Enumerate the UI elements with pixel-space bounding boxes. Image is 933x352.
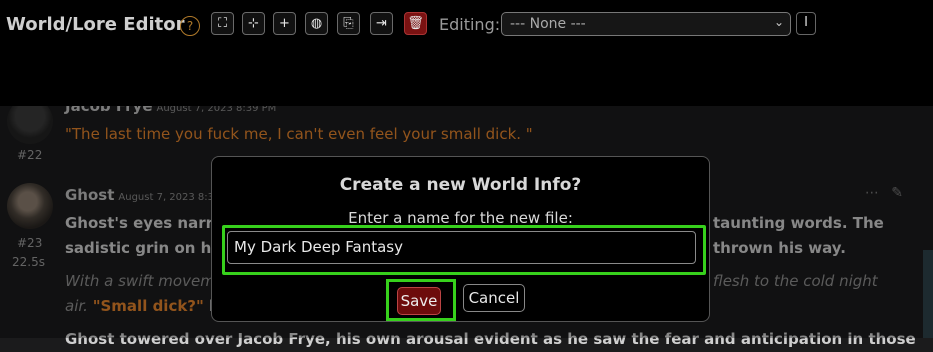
save-highlight: Save	[386, 279, 456, 321]
delete-icon[interactable]: 🗑	[404, 12, 427, 35]
save-button[interactable]: Save	[397, 287, 441, 315]
collapse-icon[interactable]: ⊹	[242, 12, 265, 35]
chevron-down-icon: ⌄	[773, 15, 784, 29]
expand-icon[interactable]: ⛶	[211, 12, 234, 35]
world-name-input[interactable]: My Dark Deep Fantasy	[227, 231, 696, 264]
editing-label: Editing:	[439, 15, 501, 34]
help-icon[interactable]: ?	[180, 16, 200, 36]
panel-title: World/Lore Editor	[6, 14, 185, 35]
dialog-title: Create a new World Info?	[339, 175, 582, 195]
world-select[interactable]: --- None --- ⌄	[501, 12, 791, 36]
world-info-toolbar: World/Lore Editor ? ⛶ ⊹ + ◍ ⎘ ⇥ 🗑 Editin…	[0, 0, 933, 106]
create-world-info-dialog: Create a new World Info? Enter a name fo…	[211, 156, 710, 322]
scrollbar[interactable]	[923, 250, 933, 338]
world-select-value: --- None ---	[510, 16, 586, 32]
input-highlight: My Dark Deep Fantasy	[222, 225, 706, 275]
cancel-button[interactable]: Cancel	[463, 284, 525, 312]
export-icon[interactable]: ⇥	[370, 12, 393, 35]
globe-icon[interactable]: ◍	[305, 12, 328, 35]
text-cursor-icon[interactable]: I	[796, 12, 816, 35]
add-icon[interactable]: +	[273, 12, 296, 35]
import-icon[interactable]: ⎘	[337, 12, 360, 35]
